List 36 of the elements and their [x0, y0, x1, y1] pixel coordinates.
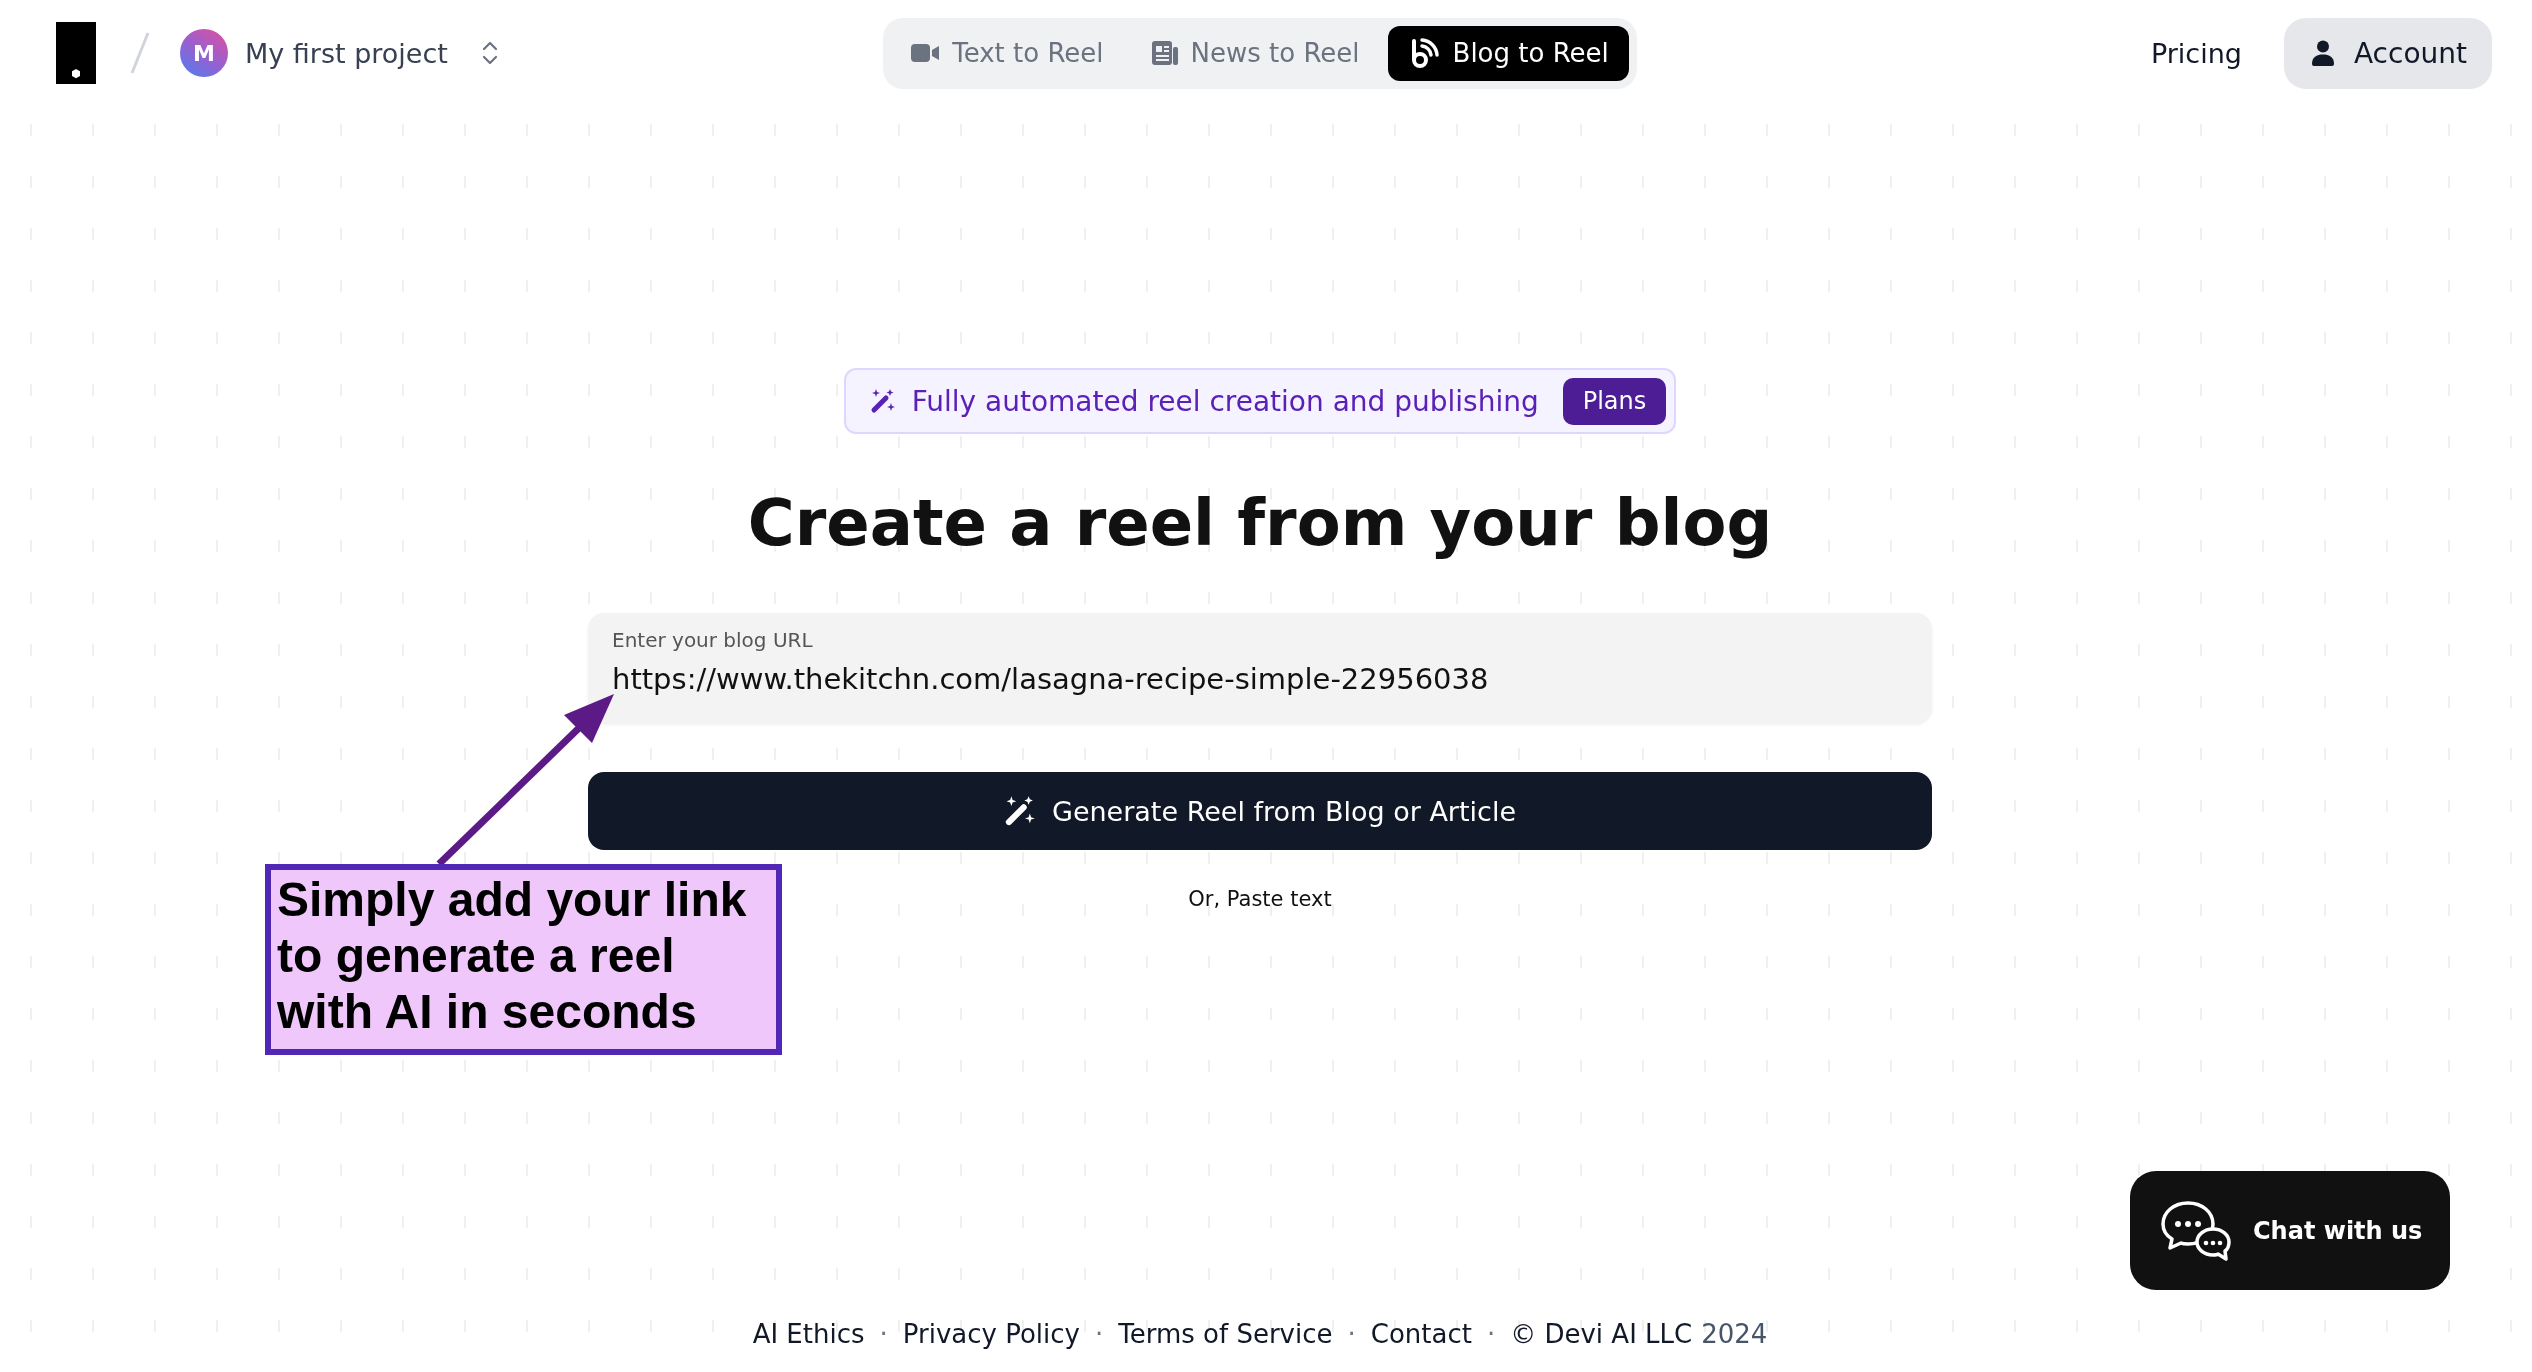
slash-icon [130, 32, 150, 74]
chat-button[interactable]: Chat with us [2130, 1171, 2450, 1290]
newspaper-icon [1151, 41, 1178, 65]
footer-separator: · [1486, 1318, 1496, 1351]
magic-wand-icon [869, 388, 896, 414]
footer-separator: · [879, 1318, 888, 1351]
annotation-callout: Simply add your link to generate a reel with AI in seconds [265, 864, 782, 1055]
footer-link[interactable]: Privacy Policy [902, 1314, 1080, 1354]
mode-tab[interactable]: Text to Reel [891, 25, 1124, 81]
video-camera-icon [911, 43, 940, 63]
mode-tab[interactable]: Blog to Reel [1387, 25, 1629, 81]
chat-bubbles-icon [2160, 1199, 2232, 1262]
footer-link[interactable]: AI Ethics [752, 1314, 865, 1354]
magic-wand-icon [1003, 795, 1036, 827]
footer-link[interactable]: Terms of Service [1118, 1314, 1333, 1354]
paste-text-link[interactable]: Or, Paste text [1188, 886, 1332, 912]
promo-text: Fully automated reel creation and publishing [911, 384, 1539, 418]
plans-button[interactable]: Plans [1562, 377, 1667, 425]
mode-tab[interactable]: News to Reel [1131, 25, 1380, 81]
logo-icon[interactable] [56, 22, 96, 84]
pricing-link[interactable]: Pricing [2150, 37, 2242, 69]
footer-link[interactable]: Contact [1370, 1314, 1472, 1354]
generate-button[interactable]: Generate Reel from Blog or Article [588, 772, 1932, 850]
copyright-text: © Devi AI LLC [1510, 1318, 1693, 1351]
project-selector[interactable]: My first project [245, 37, 498, 69]
url-input[interactable]: https://www.thekitchn.com/lasagna-recipe-simple-22956038 [612, 659, 1908, 699]
footer-separator: · [1095, 1318, 1104, 1351]
chevron-up-down-icon [481, 40, 498, 66]
url-field[interactable]: Enter your blog URL https://www.thekitchn.com/lasagna-recipe-simple-22956038 [588, 613, 1932, 724]
avatar: M [180, 29, 228, 77]
account-button[interactable]: Account [2283, 17, 2492, 89]
page-heading: Create a reel from your blog [747, 485, 1773, 562]
user-icon [2311, 40, 2334, 66]
field-label: Enter your blog URL [612, 628, 814, 652]
footer-separator: · [1347, 1318, 1356, 1351]
copyright-year: 2024 [1701, 1318, 1768, 1351]
